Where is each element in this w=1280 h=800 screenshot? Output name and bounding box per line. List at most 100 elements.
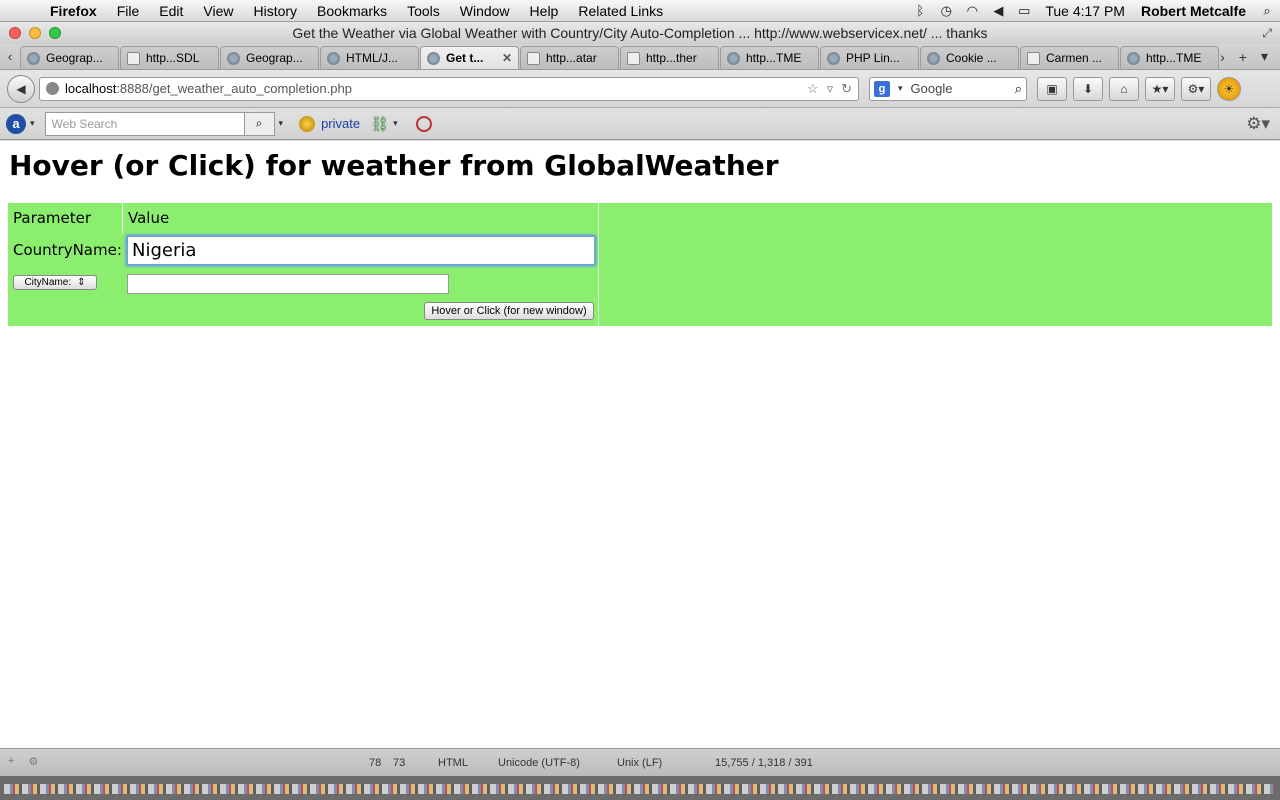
tab-0[interactable]: Geograp...: [20, 46, 119, 69]
tab-6[interactable]: http...ther: [620, 46, 719, 69]
web-search-button[interactable]: ⌕: [244, 111, 275, 136]
link-chain-icon[interactable]: ⛓: [370, 115, 389, 133]
status-encoding[interactable]: Unicode (UTF-8): [498, 757, 580, 769]
minimize-window-icon[interactable]: [29, 27, 41, 39]
tab-scroll-left-icon[interactable]: ‹: [0, 49, 20, 64]
volume-icon[interactable]: ◀: [985, 3, 1011, 19]
time-machine-icon[interactable]: ◷: [933, 3, 959, 19]
tab-2[interactable]: Geograp...: [220, 46, 319, 69]
status-column: 73: [393, 757, 406, 769]
fullscreen-icon[interactable]: ⤢: [1262, 26, 1272, 41]
tab-8[interactable]: PHP Lin...: [820, 46, 919, 69]
ask-dropdown-icon[interactable]: ▾: [30, 118, 35, 129]
home-button[interactable]: ⌂: [1109, 76, 1139, 101]
ask-logo-icon[interactable]: a: [6, 113, 26, 134]
private-browsing-toggle[interactable]: private: [299, 115, 361, 132]
tab-list-icon[interactable]: ▾: [1261, 48, 1268, 65]
battery-icon[interactable]: ▭: [1011, 3, 1037, 19]
hover-click-weather-button[interactable]: Hover or Click (for new window): [424, 302, 594, 320]
menu-edit[interactable]: Edit: [149, 3, 193, 19]
settings-gear-icon[interactable]: ⚙▾: [1246, 114, 1270, 134]
tab-7[interactable]: http...TME: [720, 46, 819, 69]
menu-related-links[interactable]: Related Links: [568, 3, 673, 19]
header-parameter: Parameter: [13, 209, 92, 227]
zoom-window-icon[interactable]: [49, 27, 61, 39]
tab-9[interactable]: Cookie ...: [920, 46, 1019, 69]
url-bar[interactable]: localhost:8888/get_weather_auto_completi…: [39, 76, 859, 101]
menu-help[interactable]: Help: [520, 3, 569, 19]
tab-favicon-icon: [527, 51, 540, 65]
search-icon[interactable]: ⌕: [1015, 81, 1022, 97]
addon-button[interactable]: ⚙▾: [1181, 76, 1211, 101]
bluetooth-icon[interactable]: ᛒ: [907, 3, 933, 18]
status-line-endings[interactable]: Unix (LF): [617, 757, 662, 769]
back-button[interactable]: ◀: [7, 74, 35, 103]
nav-tool-buttons: ▣ ⬇ ⌂ ★▾ ⚙▾ ☀: [1037, 76, 1241, 101]
tab-10[interactable]: Carmen ...: [1020, 46, 1119, 69]
city-name-input[interactable]: [127, 274, 449, 294]
gear-icon[interactable]: ⚙: [28, 755, 38, 768]
tab-favicon-icon: [427, 51, 440, 65]
web-search-input[interactable]: Web Search: [44, 111, 245, 136]
tab-label: Geograp...: [246, 51, 303, 65]
tab-favicon-icon: [127, 51, 140, 65]
close-window-icon[interactable]: [9, 27, 21, 39]
history-dropdown-icon[interactable]: ▿: [827, 81, 834, 97]
tab-favicon-icon: [27, 51, 40, 65]
menu-view[interactable]: View: [193, 3, 243, 19]
new-tab-icon[interactable]: +: [1239, 49, 1247, 65]
spotlight-search-icon[interactable]: ⌕: [1254, 3, 1280, 19]
page-title: Hover (or Click) for weather from Global…: [9, 149, 779, 182]
menu-tools[interactable]: Tools: [397, 3, 450, 19]
menu-file[interactable]: File: [107, 3, 150, 19]
back-arrow-icon: ◀: [16, 81, 26, 96]
country-name-label: CountryName:: [13, 241, 122, 259]
bookmarks-menu-button[interactable]: ★▾: [1145, 76, 1175, 101]
tab-favicon-icon: [827, 51, 840, 65]
city-select-label: CityName:: [24, 277, 72, 288]
page-content: Hover (or Click) for weather from Global…: [0, 141, 1280, 748]
web-search-dropdown-icon[interactable]: ▾: [279, 118, 284, 129]
menu-app-firefox[interactable]: Firefox: [40, 3, 107, 19]
search-engine-dropdown-icon[interactable]: ▾: [898, 83, 903, 94]
tab-favicon-icon: [727, 51, 740, 65]
google-engine-icon[interactable]: g: [874, 80, 890, 97]
reload-icon[interactable]: ↻: [841, 81, 852, 97]
wifi-icon[interactable]: ◠: [959, 3, 985, 19]
menu-bookmarks[interactable]: Bookmarks: [307, 3, 397, 19]
menubar-user[interactable]: Robert Metcalfe: [1133, 3, 1254, 19]
status-language[interactable]: HTML: [438, 757, 468, 769]
tab-favicon-icon: [227, 51, 240, 65]
status-document-stats: 15,755 / 1,318 / 391: [715, 757, 813, 769]
url-host: localhost: [65, 81, 117, 96]
tab-favicon-icon: [627, 51, 640, 65]
city-name-select[interactable]: CityName: ⇕: [13, 275, 97, 290]
url-path: :8888/get_weather_auto_completion.php: [116, 81, 352, 96]
menu-history[interactable]: History: [243, 3, 307, 19]
tab-close-icon[interactable]: ✕: [502, 51, 512, 65]
navigation-toolbar: ◀ localhost:8888/get_weather_auto_comple…: [0, 70, 1280, 108]
weather-form-table: Parameter Value CountryName: CityName: ⇕…: [8, 203, 1272, 326]
screenshot-tool-button[interactable]: ▣: [1037, 76, 1067, 101]
tab-scroll-right-icon[interactable]: ›: [1220, 49, 1225, 65]
tab-5[interactable]: http...atar: [520, 46, 619, 69]
country-name-input[interactable]: [126, 235, 596, 266]
menubar-clock[interactable]: Tue 4:17 PM: [1037, 3, 1133, 19]
tab-4-active[interactable]: Get t... ✕: [420, 46, 519, 69]
window-controls: [0, 27, 61, 39]
private-label: private: [321, 116, 361, 131]
tab-favicon-icon: [927, 51, 940, 65]
timer-icon[interactable]: [415, 115, 432, 132]
downloads-button[interactable]: ⬇: [1073, 76, 1103, 101]
dock-icons[interactable]: [4, 784, 1274, 794]
site-identity-icon[interactable]: [46, 82, 59, 95]
search-bar[interactable]: g ▾ Google ⌕: [869, 76, 1027, 101]
firebug-button[interactable]: ☀: [1217, 76, 1241, 101]
bookmark-star-icon[interactable]: ☆: [807, 81, 819, 97]
add-icon[interactable]: +: [8, 755, 14, 768]
tab-1[interactable]: http...SDL: [120, 46, 219, 69]
tab-3[interactable]: HTML/J...: [320, 46, 419, 69]
menu-window[interactable]: Window: [450, 3, 520, 19]
tab-11[interactable]: http...TME: [1120, 46, 1219, 69]
link-dropdown-icon[interactable]: ▾: [393, 118, 398, 129]
